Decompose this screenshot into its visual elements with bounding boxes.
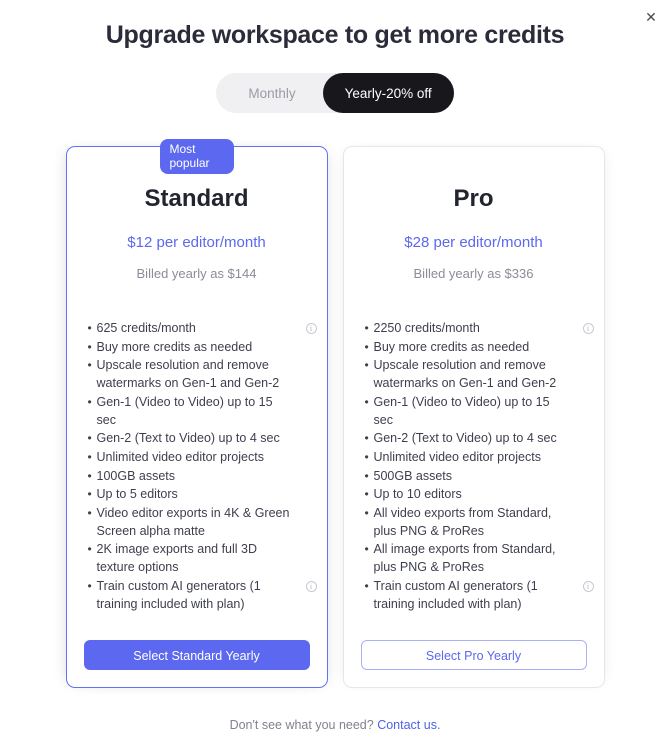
bullet-icon: • <box>87 431 92 446</box>
bullet-icon: • <box>364 449 369 464</box>
feature-item: • Up to 10 editors <box>365 486 594 504</box>
bullet-icon: • <box>364 487 369 502</box>
page-title: Upgrade workspace to get more credits <box>105 21 565 49</box>
feature-item: • Train custom AI generators (1 training … <box>88 578 317 613</box>
footer-text: Don't see what you need? <box>229 718 374 732</box>
info-icon[interactable]: i <box>582 323 594 334</box>
bullet-icon: • <box>87 542 92 557</box>
feature-label: Buy more credits as needed <box>373 339 530 354</box>
footer: Don't see what you need? Contact us. <box>0 718 670 732</box>
bullet-icon: • <box>364 542 369 557</box>
feature-label: Gen-1 (Video to Video) up to 15 sec <box>373 394 550 427</box>
plan-name: Pro <box>453 185 494 212</box>
select-plan-button-pro[interactable]: Select Pro Yearly <box>360 640 587 670</box>
feature-item: • Buy more credits as needed <box>88 339 317 357</box>
feature-label: All image exports from Standard, plus PN… <box>373 542 556 575</box>
plan-price: $28 per editor/month <box>404 234 543 251</box>
feature-list: • 625 credits/month i • Buy more credits as … <box>67 320 327 640</box>
pricing-cards: Most popular Standard $12 per editor/month… <box>0 139 670 688</box>
feature-label: 2K image exports and full 3D texture opt… <box>96 542 258 575</box>
feature-label: Upscale resolution and remove watermarks… <box>96 358 280 391</box>
feature-label: Unlimited video editor projects <box>373 449 541 464</box>
bullet-icon: • <box>364 578 369 593</box>
feature-item: • Unlimited video editor projects <box>365 449 594 467</box>
feature-label: Video editor exports in 4K & Green Scree… <box>96 506 290 538</box>
billing-toggle-track: Monthly Yearly-20% off <box>216 73 454 113</box>
feature-item: • 500GB assets <box>365 468 594 486</box>
feature-item: • All video exports from Standard, plus P… <box>365 505 594 540</box>
select-plan-button-standard[interactable]: Select Standard Yearly <box>83 640 310 670</box>
feature-label: 100GB assets <box>96 468 176 483</box>
plan-card-pro: Pro $28 per editor/month Billed yearly as … <box>342 146 605 688</box>
feature-item: • Buy more credits as needed <box>365 339 594 357</box>
bullet-icon: • <box>87 487 92 502</box>
feature-item: • Up to 5 editors <box>88 486 317 504</box>
bullet-icon: • <box>364 358 369 373</box>
feature-item: • Gen-1 (Video to Video) up to 15 sec <box>88 394 317 429</box>
feature-item: • Upscale resolution and remove watermark… <box>88 357 317 392</box>
feature-label: 2250 credits/month <box>373 321 480 335</box>
feature-item: • Gen-2 (Text to Video) up to 4 sec <box>365 430 594 448</box>
feature-item: • Gen-2 (Text to Video) up to 4 sec <box>88 430 317 448</box>
info-icon[interactable]: i <box>305 580 317 592</box>
billing-toggle: Monthly Yearly-20% off <box>0 73 670 113</box>
contact-us-link[interactable]: Contact us. <box>377 718 440 732</box>
plan-billing-note: Billed yearly as $144 <box>136 266 257 281</box>
bullet-icon: • <box>87 339 92 354</box>
bullet-icon: • <box>364 321 369 335</box>
feature-list: • 2250 credits/month i • Buy more credits as… <box>344 320 604 640</box>
bullet-icon: • <box>87 358 92 373</box>
feature-label: Unlimited video editor projects <box>96 449 264 464</box>
bullet-icon: • <box>87 449 92 464</box>
info-icon[interactable]: i <box>305 323 317 334</box>
feature-item: • Unlimited video editor projects <box>88 449 317 467</box>
billing-toggle-monthly[interactable]: Monthly <box>216 73 322 113</box>
plan-card-standard: Most popular Standard $12 per editor/month… <box>65 139 328 688</box>
feature-item: • 2K image exports and full 3D texture op… <box>88 541 317 576</box>
feature-label: Gen-2 (Text to Video) up to 4 sec <box>96 431 280 446</box>
feature-label: Up to 10 editors <box>373 487 462 502</box>
feature-label: 500GB assets <box>373 468 453 483</box>
bullet-icon: • <box>364 431 369 446</box>
plan-price: $12 per editor/month <box>127 234 266 251</box>
close-icon[interactable]: ✕ <box>641 7 661 27</box>
feature-item: • All image exports from Standard, plus P… <box>365 541 594 576</box>
feature-label: Gen-2 (Text to Video) up to 4 sec <box>373 431 557 446</box>
feature-item: • 100GB assets <box>88 468 317 486</box>
feature-label: Train custom AI generators (1 training i… <box>373 578 538 611</box>
feature-label: Up to 5 editors <box>96 487 178 502</box>
bullet-icon: • <box>364 339 369 354</box>
feature-item: • 2250 credits/month i <box>365 320 594 338</box>
feature-label: Gen-1 (Video to Video) up to 15 sec <box>96 394 273 427</box>
info-icon[interactable]: i <box>582 580 594 592</box>
bullet-icon: • <box>87 578 92 593</box>
feature-label: 625 credits/month <box>96 321 196 335</box>
plan-billing-note: Billed yearly as $336 <box>413 266 534 281</box>
bullet-icon: • <box>87 321 92 335</box>
feature-label: Buy more credits as needed <box>96 339 253 354</box>
feature-item: • Video editor exports in 4K & Green Scre… <box>88 505 317 540</box>
bullet-icon: • <box>87 394 92 409</box>
billing-toggle-yearly[interactable]: Yearly-20% off <box>322 73 454 113</box>
bullet-icon: • <box>364 468 369 483</box>
feature-label: All video exports from Standard, plus PN… <box>373 506 552 538</box>
most-popular-badge: Most popular <box>159 139 234 174</box>
bullet-icon: • <box>364 394 369 409</box>
feature-item: • Gen-1 (Video to Video) up to 15 sec <box>365 394 594 429</box>
feature-label: Train custom AI generators (1 training i… <box>96 578 261 611</box>
feature-item: • Upscale resolution and remove watermark… <box>365 357 594 392</box>
bullet-icon: • <box>87 468 92 483</box>
bullet-icon: • <box>364 506 369 521</box>
feature-label: Upscale resolution and remove watermarks… <box>373 358 557 391</box>
feature-item: • 625 credits/month i <box>88 320 317 338</box>
feature-item: • Train custom AI generators (1 training … <box>365 578 594 613</box>
bullet-icon: • <box>87 506 92 521</box>
